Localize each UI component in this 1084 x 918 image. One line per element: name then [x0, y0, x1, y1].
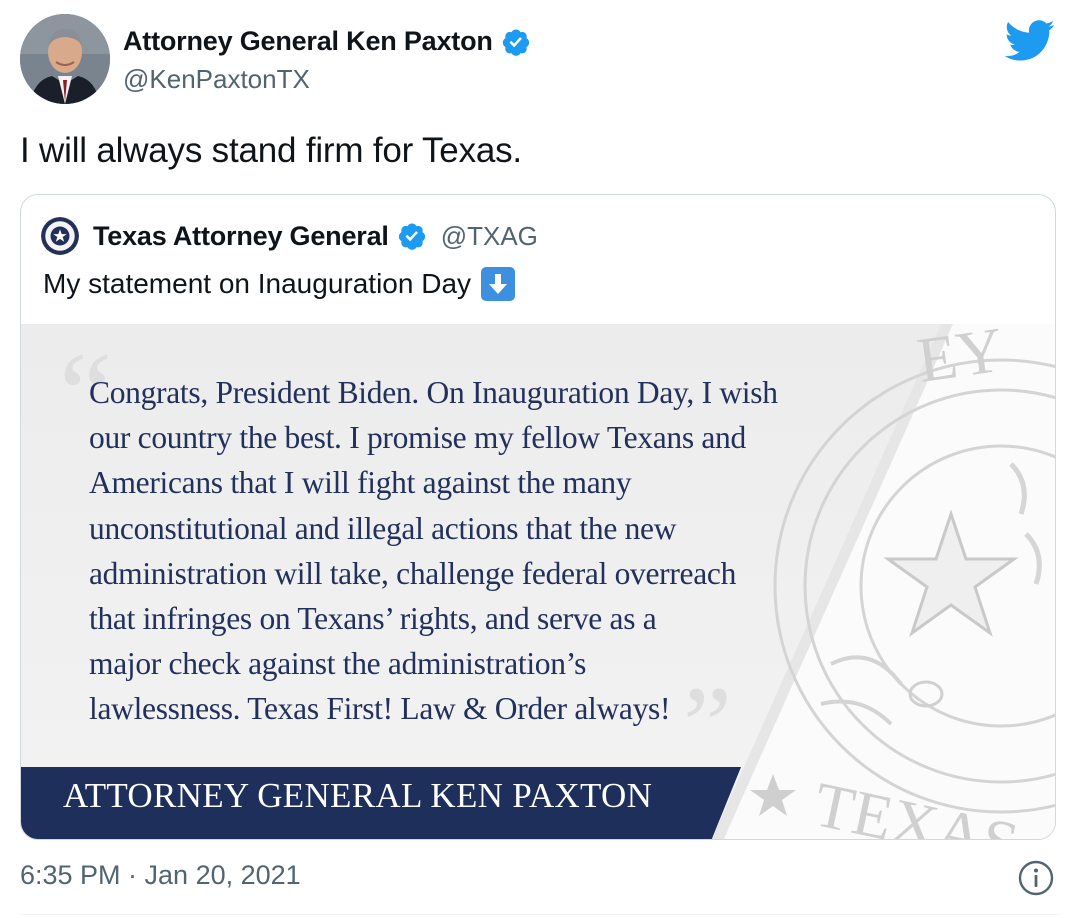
statement-line: Americans that I will fight against the …: [89, 465, 632, 501]
quoted-tweet-text: My statement on Inauguration Day: [43, 268, 472, 299]
statement-line: our country the best. I promise my fello…: [89, 420, 746, 456]
quoted-tweet-text-row: My statement on Inauguration Day: [43, 267, 516, 301]
info-icon[interactable]: [1018, 860, 1054, 896]
quoted-tweet-header: Texas Attorney General @TXAG: [41, 217, 538, 255]
author-name-row[interactable]: Attorney General Ken Paxton: [123, 26, 531, 57]
seal-partial-text: EY: [913, 324, 1007, 396]
author-avatar[interactable]: [20, 14, 110, 104]
divider: [20, 914, 1060, 915]
quoted-author-handle[interactable]: @TXAG: [441, 221, 538, 252]
quoted-tweet-card[interactable]: Texas Attorney General @TXAG My statemen…: [20, 194, 1056, 840]
statement-line: Congrats, President Biden. On Inaugurati…: [89, 375, 778, 410]
verified-badge-icon: [398, 223, 425, 250]
twitter-bird-icon[interactable]: [1004, 20, 1056, 62]
tweet-timestamp[interactable]: 6:35 PM · Jan 20, 2021: [20, 860, 301, 891]
statement-line: that infringes on Texans’ rights, and se…: [89, 601, 657, 637]
statement-line: unconstitutional and illegal actions tha…: [89, 510, 677, 546]
tweet-text: I will always stand firm for Texas.: [20, 131, 522, 170]
tweet-card: Attorney General Ken Paxton @KenPaxtonTX…: [0, 0, 1084, 918]
statement-text: Congrats, President Biden. On Inaugurati…: [89, 370, 889, 732]
statement-banner: ATTORNEY GENERAL KEN PAXTON: [63, 776, 653, 815]
verified-badge-icon: [502, 29, 529, 56]
statement-image[interactable]: EY TEXAS “ ” Congrats, President Biden. …: [21, 324, 1055, 839]
statement-line: lawlessness. Texas First! Law & Order al…: [89, 691, 671, 727]
author-name[interactable]: Attorney General Ken Paxton: [123, 26, 493, 57]
statement-line: major check against the administration’s: [89, 646, 587, 682]
texas-ag-seal-avatar[interactable]: [41, 217, 79, 255]
statement-line: administration will take, challenge fede…: [89, 555, 737, 591]
down-arrow-emoji-icon: [481, 267, 516, 301]
quoted-author-name[interactable]: Texas Attorney General: [93, 221, 389, 252]
author-handle[interactable]: @KenPaxtonTX: [123, 64, 310, 95]
